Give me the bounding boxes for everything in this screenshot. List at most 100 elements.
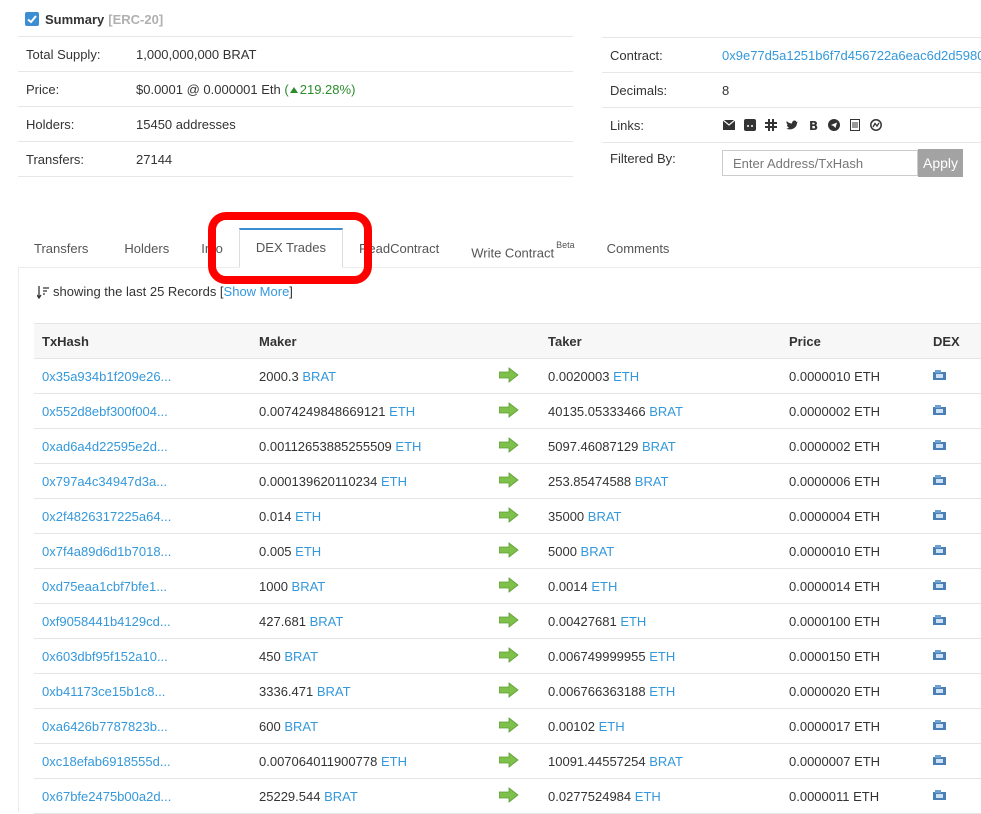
dex-exchange-icon[interactable] bbox=[933, 439, 946, 451]
txhash-link[interactable]: 0x35a934b1f209e26... bbox=[42, 369, 171, 384]
taker-token-link[interactable]: BRAT bbox=[649, 404, 683, 419]
maker-token-link[interactable]: ETH bbox=[381, 474, 407, 489]
dex-exchange-icon[interactable] bbox=[933, 649, 946, 661]
arrow-right-icon bbox=[498, 401, 519, 418]
taker-token-link[interactable]: ETH bbox=[613, 369, 639, 384]
transfers-value: 27144 bbox=[136, 151, 173, 167]
sort-icon bbox=[37, 285, 49, 299]
taker-token-link[interactable]: ETH bbox=[599, 719, 625, 734]
dex-exchange-icon[interactable] bbox=[933, 719, 946, 731]
dex-exchange-icon[interactable] bbox=[933, 544, 946, 556]
maker-token-link[interactable]: BRAT bbox=[292, 579, 326, 594]
records-prefix: showing the last 25 Records [ bbox=[53, 284, 224, 299]
txhash-link[interactable]: 0xad6a4d22595e2d... bbox=[42, 439, 168, 454]
txhash-link[interactable]: 0xa6426b7787823b... bbox=[42, 719, 168, 734]
tab-comments[interactable]: Comments bbox=[591, 231, 686, 267]
taker-amount: 5097.46087129 bbox=[548, 438, 639, 454]
dex-exchange-icon[interactable] bbox=[933, 369, 946, 381]
show-more-link[interactable]: Show More bbox=[224, 284, 290, 299]
email-icon[interactable] bbox=[722, 119, 735, 132]
taker-token-link[interactable]: ETH bbox=[649, 649, 675, 664]
apply-filter-button[interactable]: Apply bbox=[918, 149, 963, 177]
taker-token-link[interactable]: ETH bbox=[635, 789, 661, 804]
reddit-icon[interactable] bbox=[743, 119, 756, 132]
taker-token-link[interactable]: BRAT bbox=[588, 509, 622, 524]
txhash-link[interactable]: 0xb41173ce15b1c8... bbox=[42, 684, 165, 699]
tab-dex-trades[interactable]: DEX Trades bbox=[238, 228, 343, 268]
txhash-link[interactable]: 0x552d8ebf300f004... bbox=[42, 404, 168, 419]
txhash-link[interactable]: 0xd75eaa1cbf7bfe1... bbox=[42, 579, 167, 594]
dex-exchange-icon[interactable] bbox=[933, 754, 946, 766]
table-row: 0xb41173ce15b1c8... 3336.471 BRAT 0.006766… bbox=[34, 673, 981, 709]
tab-transfers[interactable]: Transfers bbox=[18, 231, 104, 267]
dex-exchange-icon[interactable] bbox=[933, 509, 946, 521]
taker-token-link[interactable]: ETH bbox=[620, 614, 646, 629]
taker-amount: 0.0020003 bbox=[548, 368, 610, 384]
slack-icon[interactable] bbox=[764, 119, 777, 132]
dex-trades-panel: showing the last 25 Records [Show More] … bbox=[18, 268, 981, 814]
twitter-icon[interactable] bbox=[785, 119, 798, 132]
table-row: 0x552d8ebf300f004... 0.0074249848669121 E… bbox=[34, 393, 981, 429]
arrow-right-icon bbox=[498, 751, 519, 768]
txhash-link[interactable]: 0x603dbf95f152a10... bbox=[42, 649, 168, 664]
txhash-link[interactable]: 0xf9058441b4129cd... bbox=[42, 614, 171, 629]
maker-token-link[interactable]: BRAT bbox=[302, 369, 336, 384]
maker-token-link[interactable]: BRAT bbox=[310, 614, 344, 629]
maker-token-link[interactable]: BRAT bbox=[284, 719, 318, 734]
taker-token-link[interactable]: ETH bbox=[591, 579, 617, 594]
address-filter-input[interactable] bbox=[722, 150, 918, 176]
dex-exchange-icon[interactable] bbox=[933, 684, 946, 696]
table-header-row: TxHash Maker Taker Price DEX bbox=[34, 323, 981, 359]
dex-exchange-icon[interactable] bbox=[933, 579, 946, 591]
total-supply-row: Total Supply: 1,000,000,000 BRAT bbox=[18, 36, 573, 71]
tab-write-contract[interactable]: Write ContractBeta bbox=[455, 231, 590, 267]
txhash-link[interactable]: 0x797a4c34947d3a... bbox=[42, 474, 167, 489]
table-row: 0x2f4826317225a64... 0.014 ETH 35000 BRAT 0… bbox=[34, 498, 981, 534]
tab-read-contract[interactable]: ReadContract bbox=[343, 231, 455, 267]
arrow-right-icon bbox=[498, 436, 519, 453]
maker-token-link[interactable]: BRAT bbox=[317, 684, 351, 699]
maker-token-link[interactable]: ETH bbox=[389, 404, 415, 419]
bitcoin-icon[interactable]: B bbox=[806, 119, 819, 132]
dex-exchange-icon[interactable] bbox=[933, 474, 946, 486]
contract-row: Contract: 0x9e77d5a1251b6f7d456722a6eac6… bbox=[602, 37, 981, 72]
telegram-icon[interactable] bbox=[827, 119, 840, 132]
dex-exchange-icon[interactable] bbox=[933, 614, 946, 626]
taker-token-link[interactable]: BRAT bbox=[642, 439, 676, 454]
taker-amount: 0.00102 bbox=[548, 718, 595, 734]
trade-price: 0.0000010 ETH bbox=[781, 533, 925, 569]
dex-exchange-icon[interactable] bbox=[933, 404, 946, 416]
trade-price: 0.0000002 ETH bbox=[781, 393, 925, 429]
taker-token-link[interactable]: BRAT bbox=[635, 474, 669, 489]
maker-token-link[interactable]: ETH bbox=[295, 544, 321, 559]
txhash-link[interactable]: 0x67bfe2475b00a2d... bbox=[42, 789, 171, 804]
txhash-link[interactable]: 0x2f4826317225a64... bbox=[42, 509, 171, 524]
decimals-row: Decimals: 8 bbox=[602, 72, 981, 107]
arrow-right-icon bbox=[498, 681, 519, 698]
maker-token-link[interactable]: ETH bbox=[295, 509, 321, 524]
coinmarketcap-icon[interactable] bbox=[869, 119, 882, 132]
taker-token-link[interactable]: BRAT bbox=[581, 544, 615, 559]
contract-label: Contract: bbox=[610, 47, 663, 63]
taker-token-link[interactable]: BRAT bbox=[649, 754, 683, 769]
maker-amount: 0.005 bbox=[259, 543, 292, 559]
taker-token-link[interactable]: ETH bbox=[649, 684, 675, 699]
txhash-link[interactable]: 0x7f4a89d6d1b7018... bbox=[42, 544, 171, 559]
header-maker: Maker bbox=[251, 323, 491, 359]
decimals-value: 8 bbox=[722, 82, 730, 98]
taker-amount: 0.0014 bbox=[548, 578, 588, 594]
maker-token-link[interactable]: BRAT bbox=[284, 649, 318, 664]
dex-exchange-icon[interactable] bbox=[933, 789, 946, 801]
maker-token-link[interactable]: ETH bbox=[395, 439, 421, 454]
contract-address-link[interactable]: 0x9e77d5a1251b6f7d456722a6eac6d2d5980 bbox=[722, 48, 981, 63]
tab-holders[interactable]: Holders bbox=[104, 231, 185, 267]
tab-info[interactable]: Info bbox=[185, 231, 239, 267]
txhash-link[interactable]: 0xc18efab6918555d... bbox=[42, 754, 171, 769]
header-price: Price bbox=[781, 323, 925, 359]
trade-price: 0.0000002 ETH bbox=[781, 428, 925, 464]
maker-token-link[interactable]: BRAT bbox=[324, 789, 358, 804]
maker-token-link[interactable]: ETH bbox=[381, 754, 407, 769]
table-row: 0x603dbf95f152a10... 450 BRAT 0.0067499999… bbox=[34, 638, 981, 674]
trade-price: 0.0000100 ETH bbox=[781, 603, 925, 639]
document-icon[interactable] bbox=[848, 119, 861, 132]
